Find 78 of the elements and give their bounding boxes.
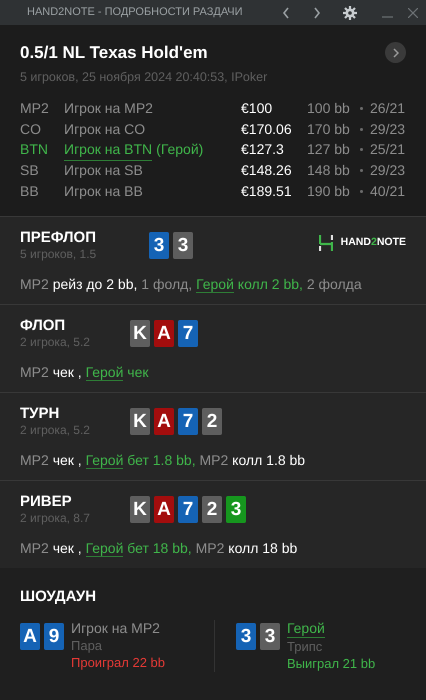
hand-combination: Пара xyxy=(71,637,104,654)
player-stats: 40/21 xyxy=(370,182,406,201)
stack-amount: €148.26 xyxy=(241,161,293,180)
playing-card: K xyxy=(130,320,150,347)
playing-card: 9 xyxy=(44,623,64,650)
logo-text: HAND2NOTE xyxy=(340,234,406,250)
player-name[interactable]: Игрок на MP2 xyxy=(71,620,160,638)
player-stats: 25/21 xyxy=(370,140,406,160)
action-line: MP2 рейз до 2 bb, 1 фолд, Герой колл 2 bb, 2 фолда xyxy=(20,274,363,294)
position-label: SB xyxy=(20,161,40,180)
playing-card: 2 xyxy=(202,496,222,523)
hand-title: 0.5/1 NL Texas Hold'em xyxy=(20,42,208,64)
position-label: CO xyxy=(20,120,42,139)
playing-card: 3 xyxy=(260,623,280,650)
stack-amount: €127.3 xyxy=(241,140,285,160)
close-icon[interactable] xyxy=(408,8,418,18)
hero-link[interactable]: Герой xyxy=(86,364,124,381)
player-name[interactable]: Игрок на BB xyxy=(64,180,143,202)
playing-card: 7 xyxy=(178,320,198,347)
hero-link[interactable]: Герой xyxy=(86,452,124,469)
player-stats: 29/23 xyxy=(370,120,406,139)
playing-card: 7 xyxy=(178,408,198,435)
playing-card: 2 xyxy=(202,408,222,435)
street-info: 5 игроков, 1.5 xyxy=(20,246,98,262)
playing-card: K xyxy=(130,496,150,523)
street-title: ФЛОП xyxy=(20,316,66,335)
result-text: Выиграл 21 bb xyxy=(287,655,376,672)
hero-link[interactable]: Герой xyxy=(86,540,124,557)
stack-bb: 148 bb xyxy=(307,161,351,180)
street-info: 2 игрока, 5.2 xyxy=(20,422,91,438)
street-title: ПРЕФЛОП xyxy=(20,228,97,247)
playing-card: A xyxy=(154,496,174,523)
chevron-icon[interactable] xyxy=(392,48,398,58)
stack-bb: 170 bb xyxy=(307,120,351,139)
playing-card: K xyxy=(130,408,150,435)
logo-icon[interactable] xyxy=(318,234,333,252)
action-line: MP2 чек , Герой бет 18 bb, MP2 колл 18 bb xyxy=(20,538,298,558)
hero-link[interactable]: Герой xyxy=(196,276,234,293)
playing-card: A xyxy=(154,408,174,435)
playing-card: 3 xyxy=(226,496,246,523)
hand-subtitle: 5 игроков, 25 ноября 2024 20:40:53, IPoker xyxy=(20,68,268,86)
settings-icon[interactable] xyxy=(343,6,357,20)
player-name[interactable]: Герой xyxy=(287,620,325,638)
playing-card: 3 xyxy=(173,232,193,259)
street-title: ТУРН xyxy=(20,404,60,423)
playing-card: A xyxy=(154,320,174,347)
player-name[interactable]: Игрок на SB xyxy=(64,160,143,182)
stack-bb: 127 bb xyxy=(307,140,351,160)
stack-bb: 190 bb xyxy=(307,182,351,201)
next-button[interactable] xyxy=(385,42,406,64)
street-title: РИВЕР xyxy=(20,492,73,511)
hand-combination: Трипс xyxy=(287,638,324,656)
position-label: BB xyxy=(20,182,40,201)
player-name[interactable]: Игрок на BTN xyxy=(64,138,152,161)
window-title: HAND2NOTE - ПОДРОБНОСТИ РАЗДАЧИ xyxy=(27,5,244,20)
playing-card: 3 xyxy=(149,232,169,259)
showdown-title: ШОУДАУН xyxy=(20,586,98,607)
position-label: MP2 xyxy=(20,99,50,118)
playing-card: A xyxy=(20,623,40,650)
stack-amount: €100 xyxy=(241,99,274,118)
playing-card: 3 xyxy=(236,623,256,650)
street-info: 2 игрока, 5.2 xyxy=(20,334,91,350)
playing-card: 7 xyxy=(178,496,198,523)
forward-icon[interactable] xyxy=(313,6,321,18)
stack-amount: €170.06 xyxy=(241,120,293,139)
action-line: MP2 чек , Герой чек xyxy=(20,362,150,382)
player-name[interactable]: Игрок на CO xyxy=(64,118,146,140)
stack-bb: 100 bb xyxy=(307,99,351,118)
player-stats: 26/21 xyxy=(370,99,406,118)
player-name[interactable]: Игрок на MP2 xyxy=(64,98,153,120)
result-text: Проиграл 22 bb xyxy=(71,654,165,672)
player-stats: 29/23 xyxy=(370,161,406,180)
back-icon[interactable] xyxy=(282,6,290,18)
action-line: MP2 чек , Герой бет 1.8 bb, MP2 колл 1.8 bb xyxy=(20,450,306,470)
street-info: 2 игрока, 8.7 xyxy=(20,510,91,526)
position-label: BTN xyxy=(20,140,49,160)
stack-amount: €189.51 xyxy=(241,182,293,201)
hero-tag: (Герой) xyxy=(156,138,204,161)
